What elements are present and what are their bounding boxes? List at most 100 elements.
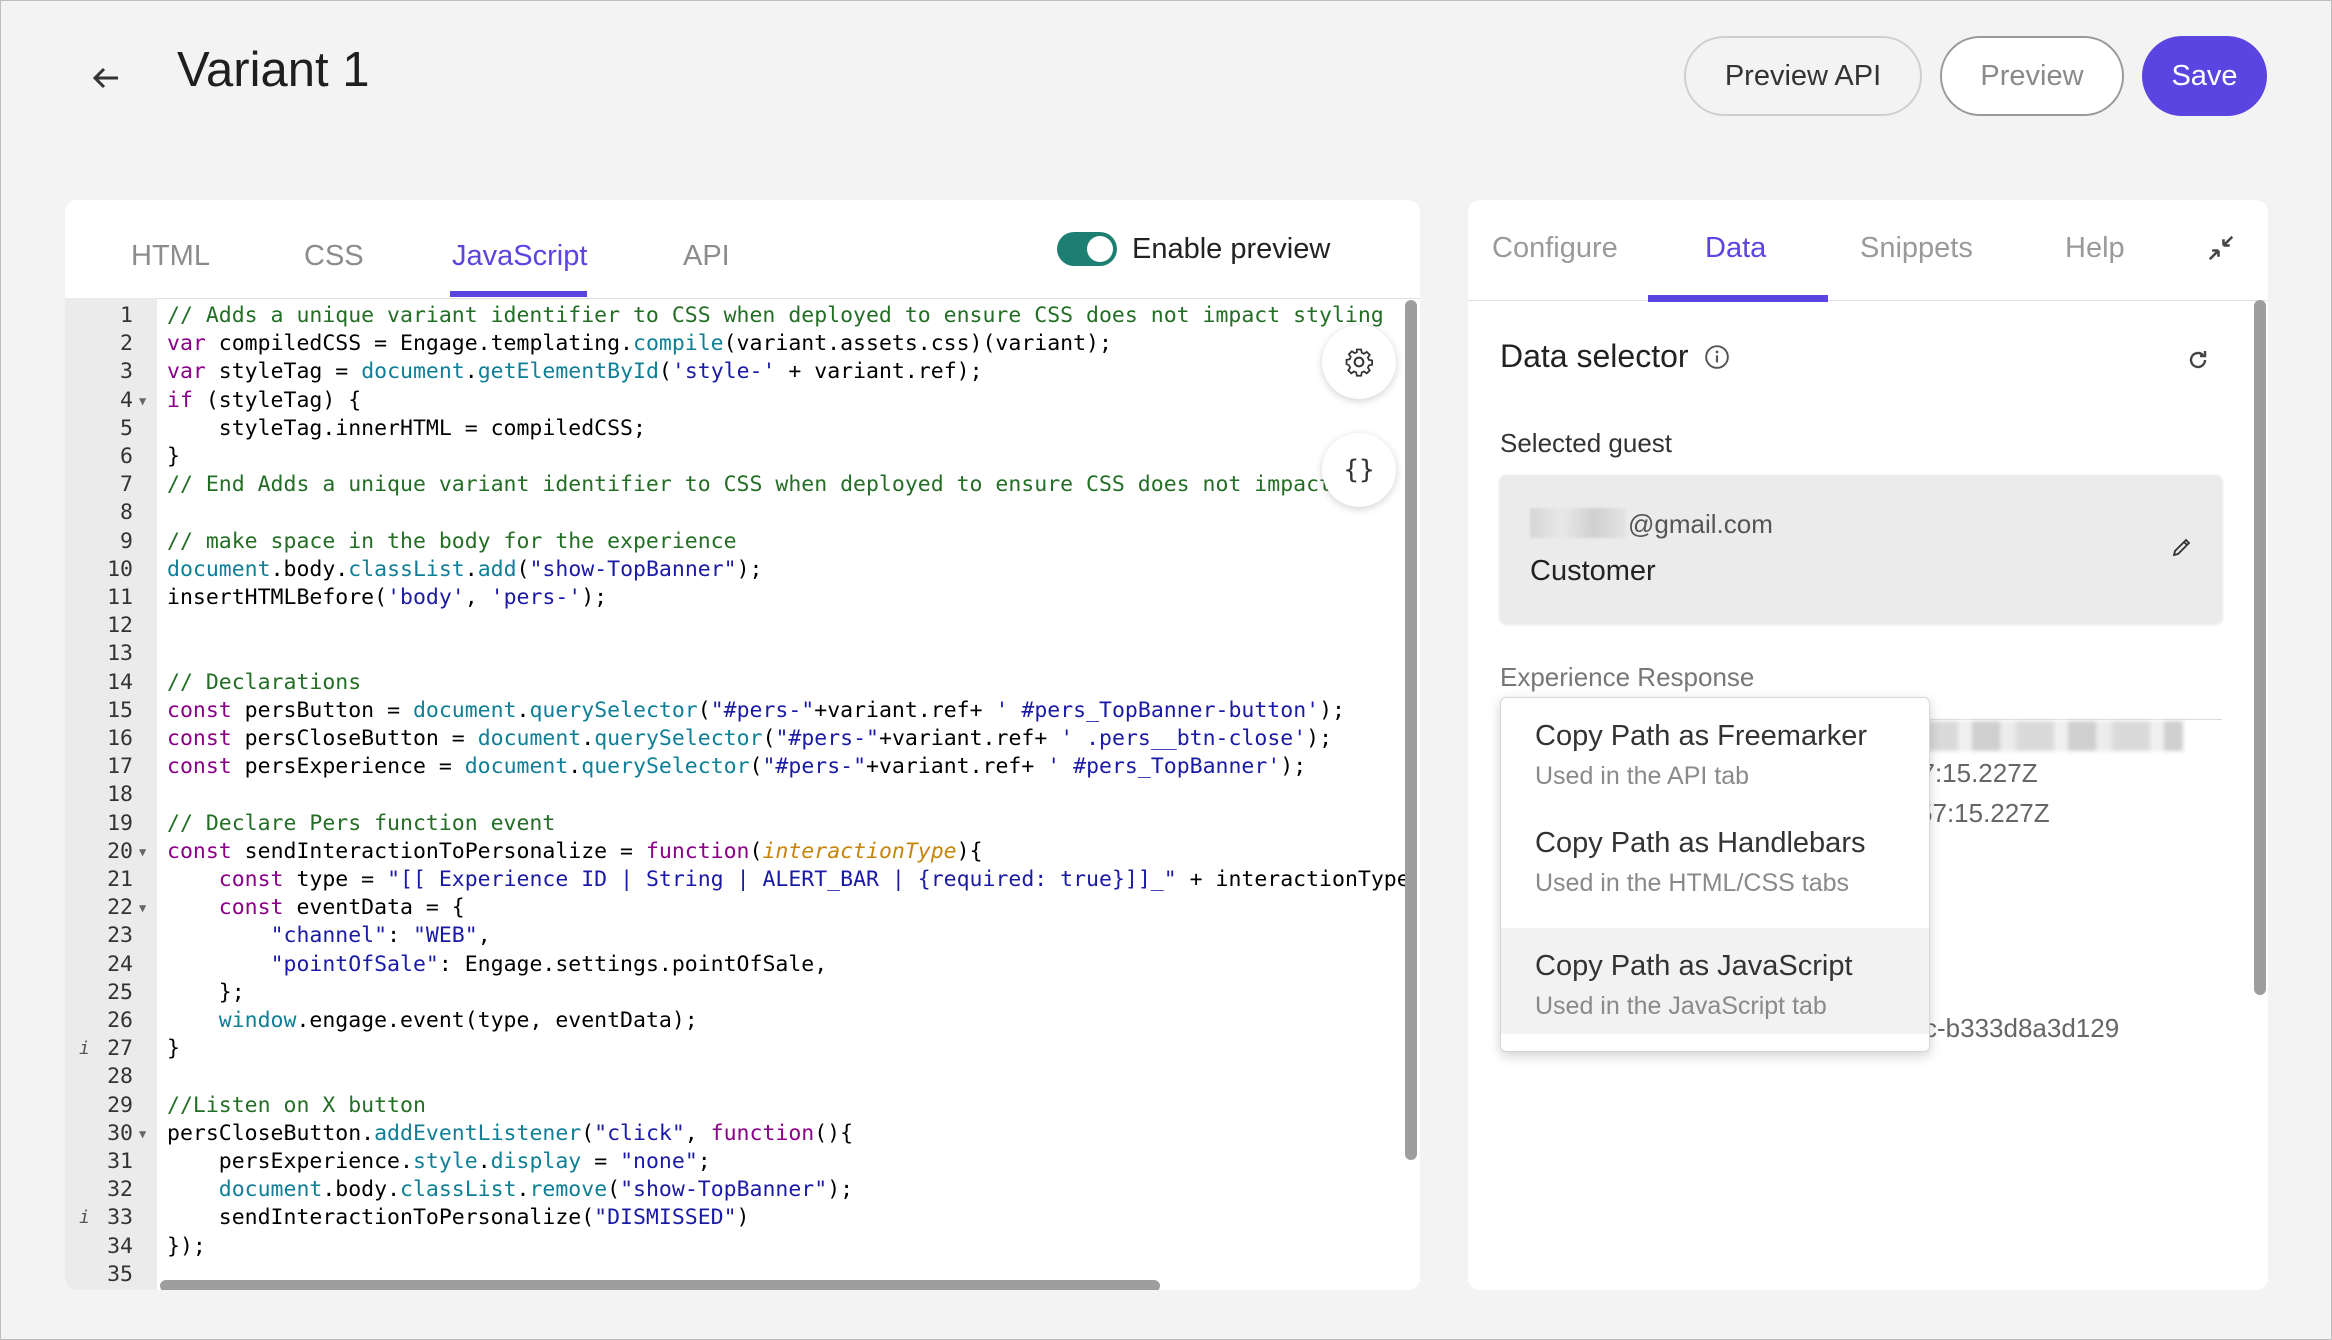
editor-tabs: HTML CSS JavaScript API Enable preview bbox=[65, 200, 1420, 299]
active-tab-indicator bbox=[450, 291, 587, 297]
line-number: 7 bbox=[120, 472, 133, 498]
settings-gear-icon[interactable] bbox=[1322, 325, 1396, 399]
editor-horizontal-scrollbar[interactable] bbox=[160, 1280, 1160, 1290]
code-text: // Declarations bbox=[167, 669, 362, 695]
edit-pencil-icon[interactable] bbox=[2170, 535, 2196, 561]
tab-html[interactable]: HTML bbox=[131, 240, 210, 273]
refresh-icon[interactable] bbox=[2186, 348, 2212, 374]
code-text: var styleTag = document.getElementById('… bbox=[167, 359, 983, 385]
tab-data[interactable]: Data bbox=[1705, 232, 1766, 265]
experience-response-label: Experience Response bbox=[1500, 662, 1755, 692]
line-number: 1 bbox=[120, 303, 133, 328]
line-number: 4 bbox=[120, 387, 133, 413]
code-text: const eventData = { bbox=[218, 895, 465, 921]
fold-arrow-icon[interactable]: ▼ bbox=[139, 1120, 146, 1148]
code-editor[interactable]: 1 // Adds a unique variant identifier to … bbox=[65, 298, 1420, 1290]
line-number: 28 bbox=[107, 1064, 133, 1090]
tab-snippets[interactable]: Snippets bbox=[1860, 232, 1973, 265]
line-number: 31 bbox=[107, 1149, 133, 1174]
code-text: "pointOfSale": Engage.settings.pointOfSa… bbox=[270, 951, 828, 977]
code-text: persCloseButton.addEventListener("click"… bbox=[167, 1120, 854, 1146]
data-selector-title: Data selector bbox=[1500, 338, 1689, 374]
lint-info-icon[interactable]: i bbox=[79, 1035, 90, 1063]
code-text: window.engage.event(type, eventData); bbox=[218, 1008, 698, 1033]
line-number: 6 bbox=[120, 444, 133, 469]
code-text: // Adds a unique variant identifier to C… bbox=[167, 303, 1384, 328]
fold-arrow-icon[interactable]: ▼ bbox=[139, 838, 146, 866]
line-number: 34 bbox=[107, 1233, 133, 1259]
info-icon[interactable] bbox=[1704, 344, 1730, 370]
line-number: 10 bbox=[107, 556, 133, 582]
code-text: // Declare Pers function event bbox=[167, 810, 556, 836]
line-number: 15 bbox=[107, 697, 133, 723]
line-number: 2 bbox=[120, 331, 133, 357]
tab-api[interactable]: API bbox=[683, 240, 730, 273]
tab-javascript[interactable]: JavaScript bbox=[452, 240, 587, 273]
collapse-icon[interactable] bbox=[2203, 230, 2239, 266]
enable-preview-toggle[interactable] bbox=[1057, 232, 1117, 266]
preview-button[interactable]: Preview bbox=[1940, 36, 2124, 116]
line-number: 26 bbox=[107, 1008, 133, 1033]
line-number: 23 bbox=[107, 923, 133, 949]
line-number: 24 bbox=[107, 951, 133, 977]
code-text: }); bbox=[167, 1233, 206, 1259]
code-text: var compiledCSS = Engage.templating.comp… bbox=[167, 331, 1112, 357]
menu-item-title: Copy Path as Freemarker bbox=[1535, 720, 1868, 752]
code-text: const persExperience = document.querySel… bbox=[167, 754, 1307, 780]
tab-css[interactable]: CSS bbox=[304, 240, 364, 273]
selected-guest-label: Selected guest bbox=[1500, 428, 1673, 458]
code-text: // End Adds a unique variant identifier … bbox=[167, 472, 1332, 498]
id-value-partial: c-b333d8a3d129 bbox=[1924, 1013, 2120, 1043]
line-number: 32 bbox=[107, 1177, 133, 1203]
code-text: } bbox=[167, 444, 180, 469]
menu-item-freemarker[interactable]: Copy Path as Freemarker Used in the API … bbox=[1501, 698, 1929, 804]
format-braces-icon[interactable]: {} bbox=[1322, 433, 1396, 507]
editor-vertical-scrollbar[interactable] bbox=[1405, 300, 1417, 1160]
line-number: 19 bbox=[107, 810, 133, 836]
menu-item-handlebars[interactable]: Copy Path as Handlebars Used in the HTML… bbox=[1501, 805, 1929, 911]
code-text: insertHTMLBefore('body', 'pers-'); bbox=[167, 585, 608, 610]
line-number: 21 bbox=[107, 867, 133, 892]
line-number: 13 bbox=[107, 641, 133, 667]
menu-item-subtitle: Used in the HTML/CSS tabs bbox=[1535, 869, 1850, 897]
menu-item-javascript[interactable]: Copy Path as JavaScript Used in the Java… bbox=[1501, 928, 1929, 1034]
code-text: //Listen on X button bbox=[167, 1092, 426, 1118]
menu-item-subtitle: Used in the JavaScript tab bbox=[1535, 992, 1827, 1020]
fold-arrow-icon[interactable]: ▼ bbox=[139, 387, 146, 415]
guest-email: @gmail.com bbox=[1628, 509, 1773, 539]
active-tab-indicator bbox=[1648, 295, 1828, 302]
tab-help[interactable]: Help bbox=[2065, 232, 2125, 265]
guest-type: Customer bbox=[1530, 555, 1656, 587]
code-text: } bbox=[167, 1036, 180, 1062]
tab-configure[interactable]: Configure bbox=[1492, 232, 1618, 265]
preview-api-button[interactable]: Preview API bbox=[1684, 36, 1922, 116]
menu-item-title: Copy Path as Handlebars bbox=[1535, 827, 1866, 859]
save-button[interactable]: Save bbox=[2142, 36, 2267, 116]
lint-info-icon[interactable]: i bbox=[79, 1204, 90, 1232]
code-text: sendInteractionToPersonalize("DISMISSED"… bbox=[167, 1205, 750, 1231]
line-number: 35 bbox=[107, 1261, 133, 1287]
line-number: 20 bbox=[107, 838, 133, 864]
line-number: 33 bbox=[107, 1205, 133, 1231]
line-number: 17 bbox=[107, 754, 133, 780]
line-number: 16 bbox=[107, 726, 133, 751]
back-arrow-icon[interactable] bbox=[86, 58, 126, 98]
line-number: 29 bbox=[107, 1092, 133, 1118]
line-number: 5 bbox=[120, 415, 133, 441]
code-editor-panel: HTML CSS JavaScript API Enable preview 1… bbox=[65, 200, 1420, 1290]
line-number: 12 bbox=[107, 613, 133, 639]
code-text: document.body.classList.add("show-TopBan… bbox=[167, 556, 763, 582]
code-text: if (styleTag) { bbox=[167, 387, 362, 413]
redacted-email-prefix bbox=[1530, 508, 1626, 538]
fold-arrow-icon[interactable]: ▼ bbox=[139, 894, 146, 922]
line-number: 9 bbox=[120, 528, 133, 554]
selected-guest-card[interactable]: @gmail.com Customer bbox=[1500, 475, 2222, 623]
code-text: const persCloseButton = document.querySe… bbox=[167, 726, 1333, 751]
menu-item-subtitle: Used in the API tab bbox=[1535, 762, 1750, 790]
code-text: document.body.classList.remove("show-Top… bbox=[218, 1177, 854, 1203]
code-text: styleTag.innerHTML = compiledCSS; bbox=[167, 415, 646, 441]
line-number: 25 bbox=[107, 979, 133, 1005]
code-text: const persButton = document.querySelecto… bbox=[167, 697, 1345, 723]
panel-vertical-scrollbar[interactable] bbox=[2254, 300, 2266, 995]
page-title: Variant 1 bbox=[177, 43, 370, 97]
